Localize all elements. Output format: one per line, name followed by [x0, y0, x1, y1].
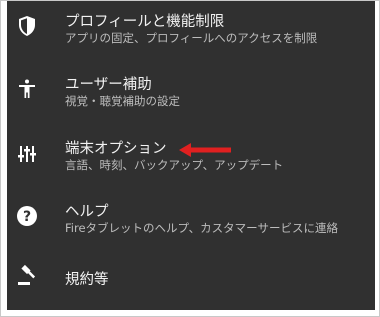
red-arrow-icon — [179, 143, 231, 157]
svg-text:?: ? — [23, 209, 31, 225]
screenshot-frame: プロフィールと機能制限 アプリの固定、プロフィールへのアクセスを制限 ユーザー補… — [0, 0, 380, 317]
settings-item-title: 端末オプション — [65, 141, 167, 157]
settings-item-title: ヘルプ — [65, 204, 109, 220]
settings-item-profiles[interactable]: プロフィールと機能制限 アプリの固定、プロフィールへのアクセスを制限 — [7, 1, 375, 61]
settings-item-title: 規約等 — [65, 272, 109, 288]
settings-panel: プロフィールと機能制限 アプリの固定、プロフィールへのアクセスを制限 ユーザー補… — [7, 1, 375, 310]
settings-item-accessibility[interactable]: ユーザー補助 視覚・聴覚補助の設定 — [7, 64, 375, 124]
help-icon: ? — [15, 204, 39, 228]
settings-item-help[interactable]: ? ヘルプ Fireタブレットのヘルプ、カスタマーサービスに連絡 — [7, 192, 375, 252]
settings-item-subtitle: 視覚・聴覚補助の設定 — [65, 94, 180, 108]
settings-item-subtitle: アプリの固定、プロフィールへのアクセスを制限 — [65, 31, 318, 45]
accessibility-icon — [15, 77, 39, 101]
shield-icon — [15, 14, 39, 38]
settings-item-terms[interactable]: 規約等 — [7, 254, 375, 310]
settings-item-subtitle: 言語、時刻、バックアップ、アップデート — [65, 158, 284, 172]
gavel-icon — [15, 264, 39, 288]
settings-item-title: ユーザー補助 — [65, 77, 152, 93]
settings-item-subtitle: Fireタブレットのヘルプ、カスタマーサービスに連絡 — [65, 221, 338, 235]
sliders-icon — [15, 142, 39, 166]
settings-item-title: プロフィールと機能制限 — [65, 14, 225, 30]
